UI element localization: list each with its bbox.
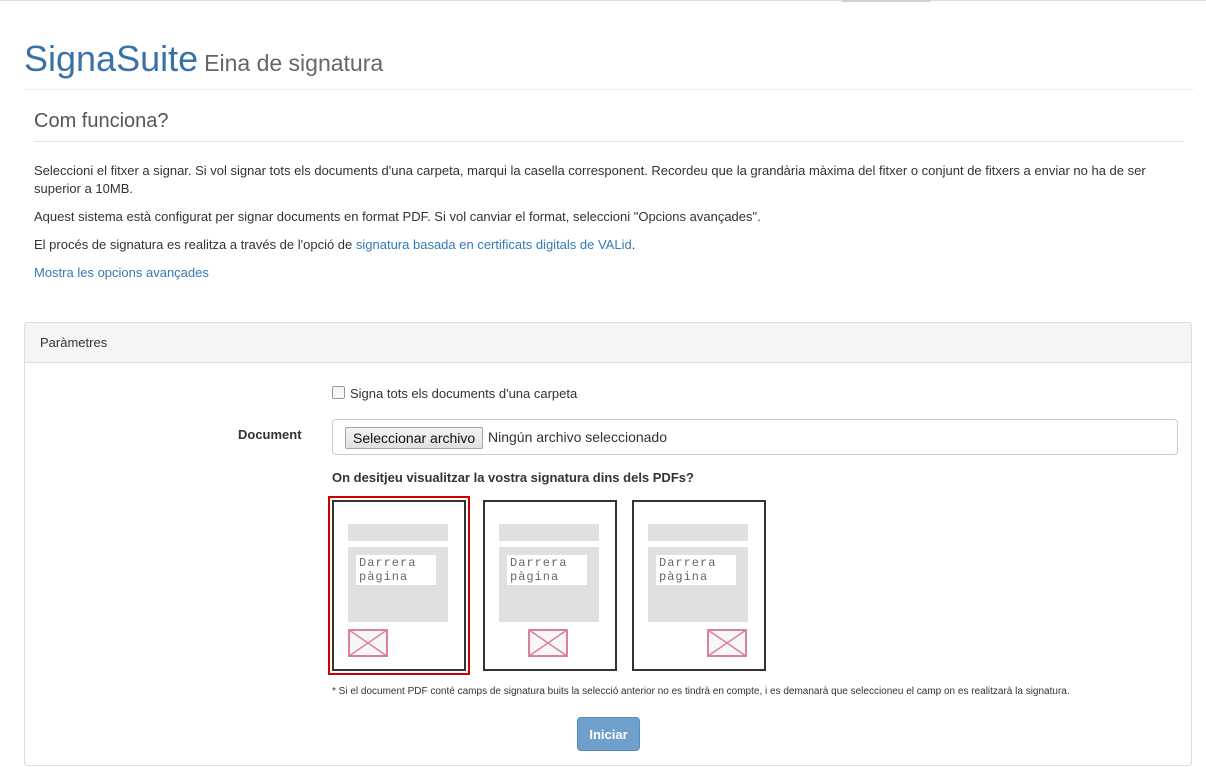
option-label: Darrera pàgina	[507, 555, 587, 585]
signature-position-question: On desitjeu visualitzar la vostra signat…	[332, 470, 694, 485]
parameters-panel-title: Paràmetres	[40, 335, 108, 350]
top-border	[0, 0, 1206, 1]
advanced-options-paragraph: Mostra les opcions avançades	[34, 264, 1174, 282]
instructions-paragraph-3: El procés de signatura es realitza a tra…	[34, 236, 1174, 254]
signature-position-option-bottom-center[interactable]: Darrera pàgina	[483, 500, 617, 671]
parameters-panel-header: Paràmetres	[25, 323, 1191, 363]
option-label: Darrera pàgina	[656, 555, 736, 585]
envelope-icon	[348, 629, 388, 657]
folder-checkbox[interactable]	[332, 386, 345, 400]
header-divider	[24, 89, 1194, 90]
envelope-icon	[707, 629, 747, 657]
brand-subtitle: Eina de signatura	[204, 50, 384, 76]
signature-fields-note: * Si el document PDF conté camps de sign…	[332, 686, 1070, 697]
top-tab-indicator	[842, 0, 930, 2]
howto-title: Com funciona?	[34, 110, 169, 132]
page-body-placeholder: Darrera pàgina	[499, 547, 599, 622]
folder-checkbox-label[interactable]: Signa tots els documents d'una carpeta	[350, 386, 577, 401]
page-header: SignaSuite Eina de signatura	[24, 38, 383, 80]
document-file-input[interactable]: Seleccionar archivo Ningún archivo selec…	[332, 419, 1178, 455]
instructions-paragraph-2: Aquest sistema està configurat per signa…	[34, 209, 761, 224]
instructions-p3-prefix: El procés de signatura es realitza a tra…	[34, 237, 356, 252]
instructions-paragraph-1: Seleccioni el fitxer a signar. Si vol si…	[34, 163, 1146, 196]
instructions-p3-suffix: .	[631, 237, 636, 252]
valid-certificates-link[interactable]: signatura basada en certificats digitals…	[356, 237, 632, 252]
document-label: Document	[238, 427, 302, 442]
page-body-placeholder: Darrera pàgina	[348, 547, 448, 622]
option-label: Darrera pàgina	[356, 555, 436, 585]
advanced-options-link[interactable]: Mostra les opcions avançades	[34, 265, 209, 280]
brand-name: SignaSuite	[24, 38, 199, 79]
file-status: Ningún archivo seleccionado	[488, 429, 667, 445]
envelope-icon	[528, 629, 568, 657]
select-file-button[interactable]: Seleccionar archivo	[345, 427, 484, 449]
page-header-placeholder	[648, 524, 748, 541]
page-header-placeholder	[499, 524, 599, 541]
page-header-placeholder	[348, 524, 448, 541]
folder-checkbox-row[interactable]: Signa tots els documents d'una carpeta	[332, 385, 577, 401]
page-body-placeholder: Darrera pàgina	[648, 547, 748, 622]
signature-position-option-bottom-left[interactable]: Darrera pàgina	[328, 496, 470, 675]
signature-position-option-bottom-right[interactable]: Darrera pàgina	[632, 500, 766, 671]
howto-divider	[34, 141, 1184, 142]
start-button[interactable]: Iniciar	[577, 717, 640, 751]
